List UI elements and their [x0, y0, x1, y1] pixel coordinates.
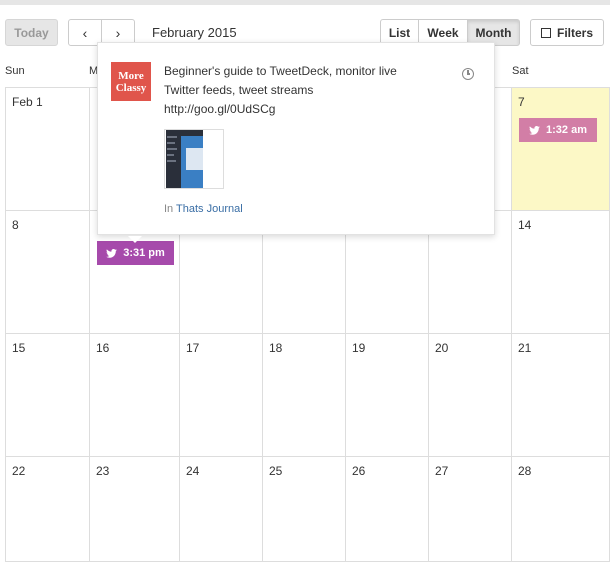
- filters-button[interactable]: Filters: [530, 19, 604, 46]
- popover-arrow: [128, 236, 142, 243]
- event-time: 1:32 am: [546, 124, 587, 136]
- chevron-right-icon: ›: [115, 24, 121, 41]
- day-number: 23: [96, 464, 110, 478]
- filters-label: Filters: [556, 25, 593, 40]
- thumbnail-bar: [167, 160, 176, 162]
- post-text: Beginner's guide to TweetDeck, monitor l…: [164, 62, 424, 119]
- day-cell[interactable]: 22: [5, 457, 90, 562]
- day-number: 24: [186, 464, 200, 478]
- thumbnail-bar: [167, 148, 177, 150]
- day-cell[interactable]: 23: [90, 457, 180, 562]
- post-thumbnail[interactable]: [164, 129, 224, 189]
- day-number: 26: [352, 464, 366, 478]
- thumbnail-bar: [167, 154, 174, 156]
- checkbox-icon: [540, 27, 551, 38]
- twitter-icon: [106, 248, 118, 258]
- thumbnail-panel: [186, 148, 203, 170]
- day-cell[interactable]: 24: [180, 457, 263, 562]
- day-header-sat: Sat: [512, 65, 529, 77]
- day-number: 21: [518, 341, 532, 355]
- day-cell[interactable]: 16: [90, 334, 180, 457]
- today-button[interactable]: Today: [5, 19, 58, 46]
- source-prefix: In: [164, 203, 174, 215]
- source-logo: More Classy: [111, 62, 151, 101]
- source-link[interactable]: Thats Journal: [176, 203, 243, 215]
- day-number: 19: [352, 341, 366, 355]
- twitter-icon: [529, 125, 540, 135]
- day-number: 28: [518, 464, 532, 478]
- event-tweet[interactable]: 1:32 am: [519, 118, 597, 142]
- logo-line: Classy: [115, 81, 147, 94]
- event-time: 3:31 pm: [123, 247, 165, 259]
- day-cell[interactable]: 26: [346, 457, 429, 562]
- thumbnail-image: [166, 130, 203, 188]
- post-text-line: Twitter feeds, tweet streams: [164, 83, 314, 97]
- day-cell[interactable]: 14: [512, 211, 610, 334]
- day-number: 7: [518, 95, 525, 109]
- day-cell[interactable]: 19: [346, 334, 429, 457]
- day-cell[interactable]: 27: [429, 457, 512, 562]
- logo-line: More: [118, 69, 144, 82]
- thumbnail-bar: [167, 142, 175, 144]
- day-cell[interactable]: 20: [429, 334, 512, 457]
- day-cell[interactable]: 18: [263, 334, 346, 457]
- month-title: February 2015: [152, 25, 237, 40]
- day-cell[interactable]: Feb 1: [5, 88, 90, 211]
- day-header-sun: Sun: [5, 65, 25, 77]
- day-number: 18: [269, 341, 283, 355]
- chevron-left-icon: ‹: [82, 24, 88, 41]
- day-number: 17: [186, 341, 200, 355]
- day-number: 15: [12, 341, 26, 355]
- event-tweet[interactable]: 3:31 pm: [97, 241, 174, 265]
- thumbnail-bar: [167, 136, 177, 138]
- day-cell[interactable]: 25: [263, 457, 346, 562]
- day-cell[interactable]: 17: [180, 334, 263, 457]
- day-number: 25: [269, 464, 283, 478]
- day-number: 27: [435, 464, 449, 478]
- day-cell[interactable]: 15: [5, 334, 90, 457]
- top-strip: [0, 0, 610, 5]
- post-text-line: Beginner's guide to TweetDeck, monitor l…: [164, 64, 397, 78]
- day-cell[interactable]: 8: [5, 211, 90, 334]
- day-number: 20: [435, 341, 449, 355]
- day-number: 14: [518, 218, 532, 232]
- day-number: 8: [12, 218, 19, 232]
- day-cell[interactable]: 28: [512, 457, 610, 562]
- event-popover: More Classy Beginner's guide to TweetDec…: [97, 42, 495, 235]
- post-link[interactable]: http://goo.gl/0UdSCg: [164, 100, 424, 119]
- day-cell[interactable]: 7: [512, 88, 610, 211]
- clock-icon[interactable]: [462, 68, 474, 80]
- day-number: 16: [96, 341, 110, 355]
- day-cell[interactable]: 21: [512, 334, 610, 457]
- day-number: Feb 1: [12, 95, 43, 109]
- day-number: 22: [12, 464, 26, 478]
- source-line: In Thats Journal: [164, 203, 243, 215]
